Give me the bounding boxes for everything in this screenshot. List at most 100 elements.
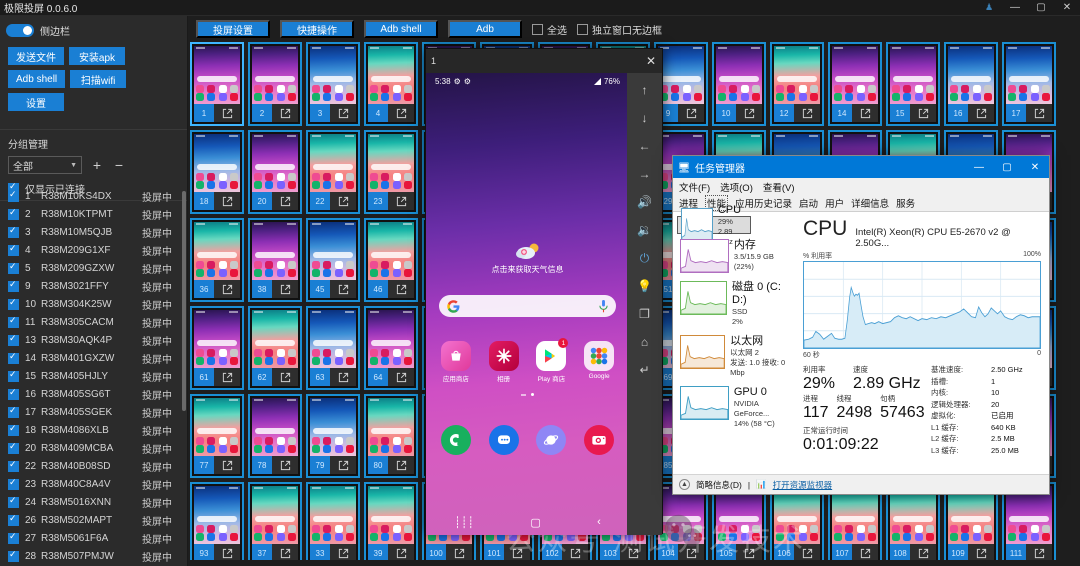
device-list-item[interactable]: 20 R38M409MCBA 投屏中	[0, 439, 188, 457]
external-link-icon[interactable]	[330, 372, 356, 383]
device-screen-preview[interactable]	[252, 310, 298, 368]
home-icon[interactable]: ⌂	[630, 329, 660, 355]
device-tile[interactable]: 61	[190, 306, 244, 390]
device-screen-preview[interactable]	[368, 310, 414, 368]
device-checkbox[interactable]	[8, 243, 19, 256]
device-tile[interactable]: 36	[190, 218, 244, 302]
device-tile-number[interactable]: 45	[310, 280, 330, 298]
device-tile-number[interactable]: 36	[194, 280, 214, 298]
microphone-icon[interactable]	[599, 299, 608, 313]
device-screen-preview[interactable]	[658, 46, 704, 104]
device-list-item[interactable]: 26 R38M502MAPT 投屏中	[0, 511, 188, 529]
device-tile-number[interactable]: 33	[310, 544, 330, 560]
tm-tab-3[interactable]: 启动	[799, 196, 818, 210]
device-list-scrollbar[interactable]	[182, 191, 186, 411]
device-list[interactable]: 1 R38M10KS4DX 投屏中 2 R38M10KTPMT 投屏中 3 R38M10M5Q…	[0, 187, 188, 566]
device-tile[interactable]: 77	[190, 394, 244, 478]
external-link-icon[interactable]	[446, 548, 472, 559]
device-tile-number[interactable]: 108	[890, 544, 910, 560]
brief-info-button[interactable]: 简略信息(D)	[696, 479, 742, 491]
device-tile-number[interactable]: 106	[774, 544, 794, 560]
resource-list[interactable]: CPU29% 2.89 GHz内存3.5/15.9 GB (22%)磁盘 0 (…	[673, 204, 795, 474]
arrow-right-icon[interactable]: →	[630, 161, 660, 187]
menu-file[interactable]: 文件(F)	[679, 180, 710, 194]
device-checkbox[interactable]	[8, 459, 19, 472]
messages-icon[interactable]	[488, 425, 519, 455]
device-tile-number[interactable]: 104	[658, 544, 678, 560]
device-list-item[interactable]: 28 R38M507PMJW 投屏中	[0, 547, 188, 565]
external-link-icon[interactable]	[1026, 548, 1052, 559]
external-link-icon[interactable]	[852, 108, 878, 119]
tm-tab-4[interactable]: 用户	[825, 196, 844, 210]
adb-toolbar-button[interactable]: Adb	[448, 20, 522, 38]
external-link-icon[interactable]	[272, 460, 298, 471]
dock-camera[interactable]	[580, 425, 618, 455]
external-link-icon[interactable]	[794, 108, 820, 119]
device-tile[interactable]: 3	[306, 42, 360, 126]
adb-shell-button[interactable]: Adb shell	[8, 70, 66, 88]
device-screen-preview[interactable]	[832, 46, 878, 104]
device-checkbox[interactable]	[8, 333, 19, 346]
device-tile[interactable]: 39	[364, 482, 418, 560]
device-list-item[interactable]: 24 R38M5016XNN 投屏中	[0, 493, 188, 511]
device-tile-number[interactable]: 80	[368, 456, 388, 474]
device-list-item[interactable]: 18 R38M4086XLB 投屏中	[0, 421, 188, 439]
external-link-icon[interactable]	[272, 372, 298, 383]
device-tile-number[interactable]: 2	[252, 104, 272, 122]
external-link-icon[interactable]	[214, 284, 240, 295]
device-tile-number[interactable]: 39	[368, 544, 388, 560]
device-screen-preview[interactable]	[774, 46, 820, 104]
external-link-icon[interactable]	[330, 284, 356, 295]
tm-tab-5[interactable]: 详细信息	[851, 196, 889, 210]
device-list-item[interactable]: 17R38M405SGEK投屏中	[0, 403, 188, 421]
device-screen-preview[interactable]	[194, 398, 240, 456]
dock-internet[interactable]	[532, 425, 570, 455]
menu-options[interactable]: 选项(O)	[720, 180, 753, 194]
home-apps-row[interactable]: 应用商店 相册 1 Play 商店 Google	[432, 338, 623, 383]
device-tile-number[interactable]: 64	[368, 368, 388, 386]
device-tile-number[interactable]: 20	[252, 192, 272, 210]
mirror-screen[interactable]: 5:38 ⚙ ⚙ 76% 点击来获取天气信息 应用商店 相册 1 Play 商店…	[426, 73, 629, 535]
external-link-icon[interactable]	[968, 108, 994, 119]
internet-icon[interactable]	[536, 425, 567, 455]
external-link-icon[interactable]	[678, 108, 704, 119]
device-checkbox[interactable]	[8, 513, 19, 526]
device-tile-number[interactable]: 23	[368, 192, 388, 210]
device-screen-preview[interactable]	[194, 222, 240, 280]
device-tile[interactable]: 64	[364, 306, 418, 390]
device-tile-number[interactable]: 22	[310, 192, 330, 210]
device-tile-number[interactable]: 14	[832, 104, 852, 122]
device-tile[interactable]: 38	[248, 218, 302, 302]
resource-item-0[interactable]: CPU29% 2.89 GHz	[677, 204, 751, 246]
device-screen-preview[interactable]	[368, 46, 414, 104]
device-screen-preview[interactable]	[368, 222, 414, 280]
maximize-button[interactable]: ▢	[1028, 0, 1054, 16]
external-link-icon[interactable]	[1026, 108, 1052, 119]
device-tile-number[interactable]: 62	[252, 368, 272, 386]
volume-down-icon[interactable]: 🔉	[630, 217, 660, 243]
external-link-icon[interactable]	[388, 460, 414, 471]
external-link-icon[interactable]	[852, 548, 878, 559]
app-switch-icon[interactable]: ❐	[630, 301, 660, 327]
device-tile[interactable]: 37	[248, 482, 302, 560]
select-all-checkbox-row[interactable]: 全选	[532, 22, 567, 37]
device-tile[interactable]: 46	[364, 218, 418, 302]
camera-icon[interactable]	[584, 425, 615, 455]
minimize-button[interactable]: —	[1002, 0, 1028, 16]
device-tile-number[interactable]: 12	[774, 104, 794, 122]
device-list-item[interactable]: 23 R38M40C8A4V 投屏中	[0, 475, 188, 493]
device-tile-number[interactable]: 61	[194, 368, 214, 386]
device-tile[interactable]: 2	[248, 42, 302, 126]
lightbulb-icon[interactable]: 💡	[630, 273, 660, 299]
arrow-down-icon[interactable]: ↓	[630, 105, 660, 131]
external-link-icon[interactable]	[620, 548, 646, 559]
adb-shell-toolbar-button[interactable]: Adb shell	[364, 20, 438, 38]
external-link-icon[interactable]	[272, 284, 298, 295]
external-link-icon[interactable]	[736, 548, 762, 559]
device-tile-number[interactable]: 18	[194, 192, 214, 210]
google-folder-icon[interactable]	[584, 341, 615, 371]
device-tile[interactable]: 4	[364, 42, 418, 126]
mirror-close-icon[interactable]: ✕	[642, 54, 660, 68]
device-list-item[interactable]: 4R38M209G1XF投屏中	[0, 241, 188, 259]
external-link-icon[interactable]	[388, 196, 414, 207]
